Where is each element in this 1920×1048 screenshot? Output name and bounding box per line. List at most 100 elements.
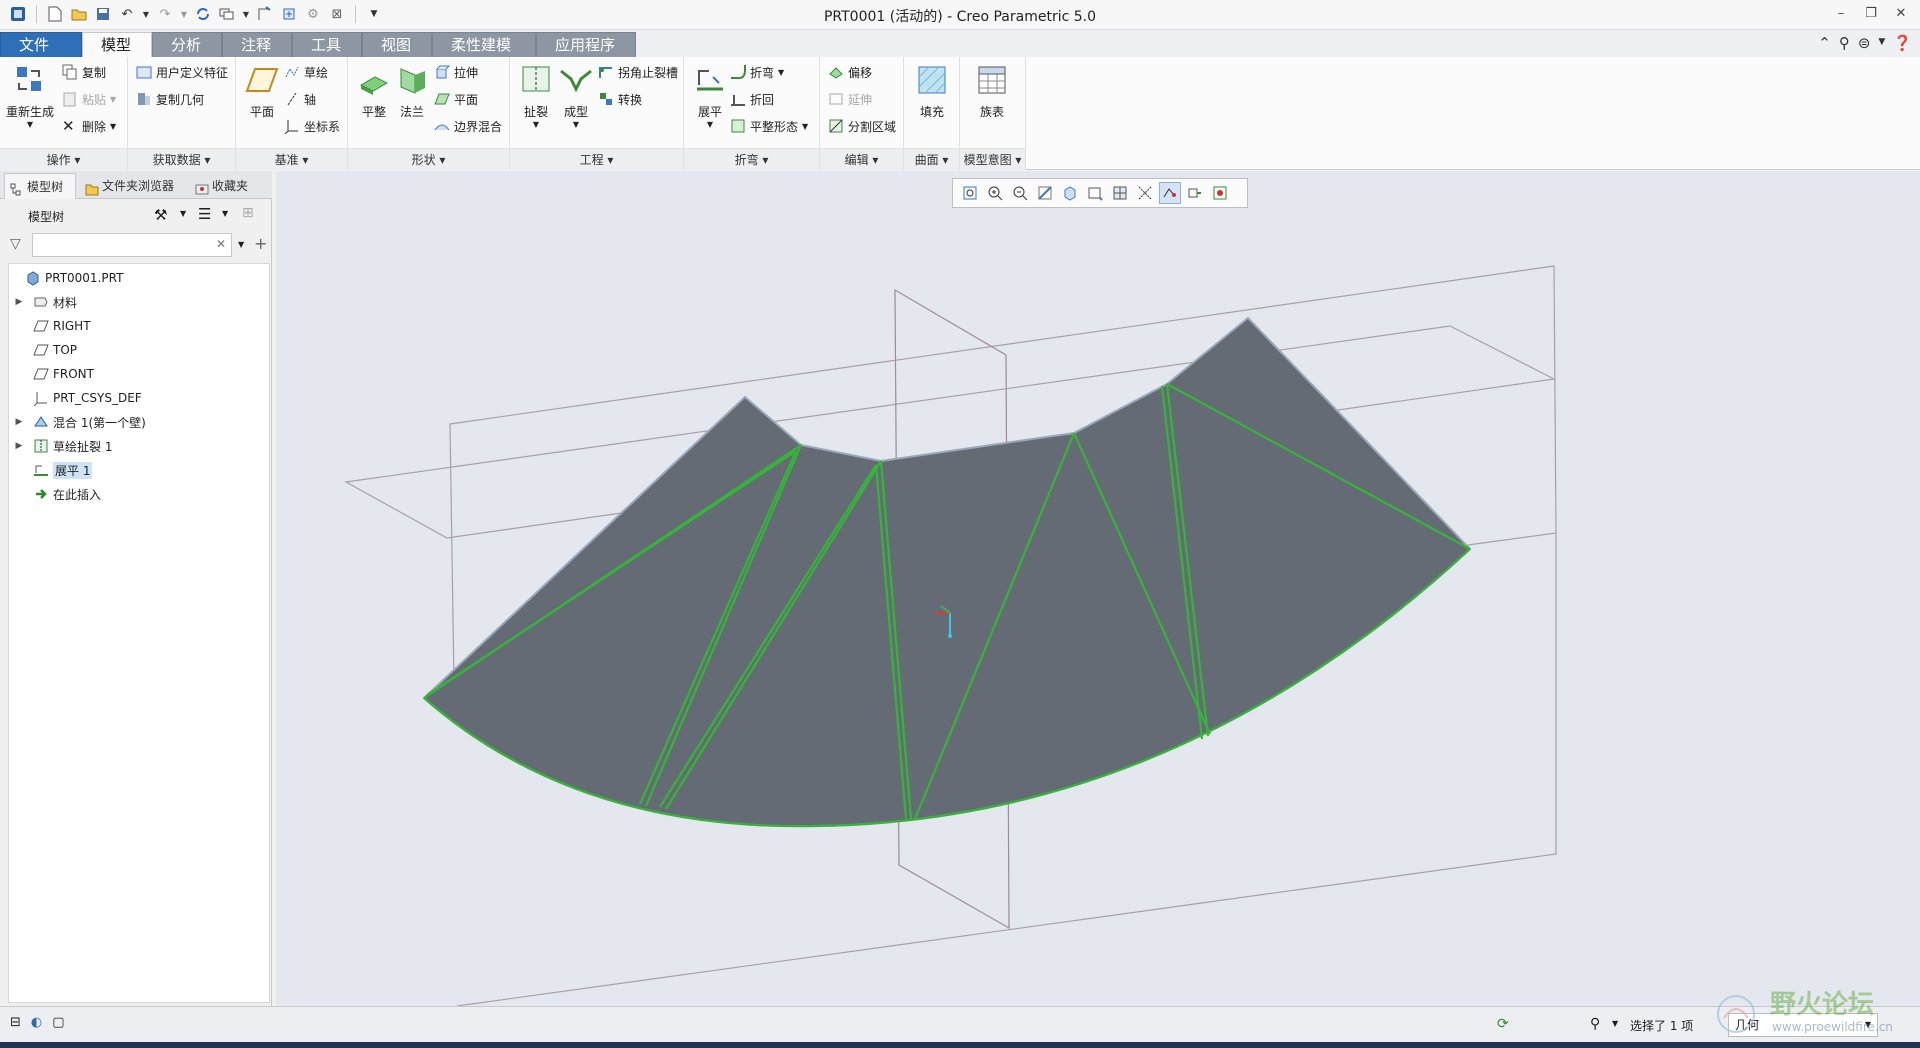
delete-button[interactable]: ✕ 删除 ▼ [62,115,116,137]
tab-tools[interactable]: 工具 [292,32,362,57]
tab-analysis[interactable]: 分析 [152,32,222,57]
perspective-icon[interactable] [1134,182,1156,204]
tree-node[interactable]: ▶ 草绘扯裂 1 [13,436,112,456]
tree-search-input[interactable] [32,233,232,257]
tab-model[interactable]: 模型 [82,32,152,58]
dropdown-icon[interactable]: ▼ [6,120,54,129]
copy-geometry-button[interactable]: 复制几何 [136,88,204,110]
collapse-ribbon-icon[interactable]: ⌃ [1818,34,1831,52]
dropdown-icon[interactable]: ▼ [1878,34,1885,52]
browser-toggle-icon[interactable]: ◐ [31,1015,42,1030]
group-label-engineering[interactable]: 工程 ▾ [510,148,683,170]
search-icon[interactable]: ⚲ [1839,34,1850,52]
boundary-blend-button[interactable]: 边界混合 [434,115,502,137]
dropdown-icon[interactable]: ▼ [514,120,558,129]
tree-node[interactable]: ▶ 材料 [13,292,77,312]
extrude-button[interactable]: 拉伸 [434,61,478,83]
tab-annotate[interactable]: 注释 [222,32,292,57]
expand-arrow-icon[interactable]: ▶ [13,417,25,427]
flat-sheet-surface[interactable] [422,316,1472,828]
find-icon[interactable]: ⚲ [1590,1016,1600,1032]
repaint-icon[interactable] [1034,182,1056,204]
restore-icon[interactable]: ❐ [1858,2,1884,24]
fullscreen-icon[interactable]: ▢ [52,1015,64,1030]
extend-button[interactable]: 延伸 [828,88,872,110]
show-icon[interactable]: ☰ [198,205,211,223]
saved-orientations-icon[interactable] [1084,182,1106,204]
tree-node[interactable]: PRT_CSYS_DEF [13,388,142,408]
fill-button[interactable]: 填充 [910,63,954,120]
tree-node[interactable]: PRT0001.PRT [11,268,123,288]
tree-node[interactable]: RIGHT [13,316,91,336]
group-label-shapes[interactable]: 形状 ▾ [348,148,509,170]
spin-center-icon[interactable] [1209,182,1231,204]
add-filter-icon[interactable]: + [254,234,267,253]
group-label-datum[interactable]: 基准 ▾ [236,148,347,170]
model-viewport[interactable] [276,171,1920,1006]
community-icon[interactable]: ⊜ [1858,34,1871,52]
tab-view[interactable]: 视图 [362,32,432,57]
tree-settings-icon[interactable]: ⚒ [154,206,167,224]
dropdown-icon[interactable]: ▼ [222,209,228,218]
flat-pattern-button[interactable]: 平整形态 ▼ [730,115,808,137]
tree-node[interactable]: 展平 1 [13,460,93,480]
refit-icon[interactable] [959,182,981,204]
axis-button[interactable]: 轴 [284,88,316,110]
rip-button[interactable]: 扯裂 ▼ [514,63,558,129]
family-table-button[interactable]: 族表 [970,63,1014,120]
offset-button[interactable]: 偏移 [828,61,872,83]
paste-button[interactable]: 粘贴 ▼ [62,88,116,110]
help-icon[interactable]: ❓ [1893,34,1912,52]
datum-display-icon[interactable] [1159,182,1181,204]
annotation-display-icon[interactable] [1184,182,1206,204]
unbend-button[interactable]: 展平 ▼ [688,63,732,129]
form-button[interactable]: 成型 ▼ [554,63,598,129]
expand-arrow-icon[interactable]: ▶ [13,297,25,307]
split-area-button[interactable]: 分割区域 [828,115,896,137]
plane-button[interactable]: 平面 [240,63,284,120]
dropdown-icon[interactable]: ▼ [180,209,186,218]
regenerate-button[interactable]: 重新生成 ▼ [6,63,54,129]
tree-node[interactable]: FRONT [13,364,94,384]
group-label-editing[interactable]: 编辑 ▾ [820,148,903,170]
tree-columns-icon[interactable]: ⊞ [242,205,254,221]
flange-button[interactable]: 法兰 [390,63,434,120]
selection-filter[interactable]: 几何 ▼ [1728,1013,1878,1037]
group-label-model-intent[interactable]: 模型意图 ▾ [960,148,1025,170]
close-icon[interactable]: ✕ [1888,2,1914,24]
tree-node[interactable]: 在此插入 [13,484,101,504]
convert-button[interactable]: 转换 [598,88,642,110]
tree-node[interactable]: ▶ 混合 1(第一个壁) [13,412,146,432]
tab-file[interactable]: 文件 [0,32,82,57]
sketch-button[interactable]: 草绘 [284,61,328,83]
expand-arrow-icon[interactable]: ▶ [13,441,25,451]
csys-button[interactable]: 坐标系 [284,115,340,137]
dropdown-icon[interactable]: ▼ [1612,1019,1618,1028]
dropdown-icon[interactable]: ▼ [688,120,732,129]
bend-button[interactable]: 折弯 ▼ [730,61,784,83]
tab-flexible-modeling[interactable]: 柔性建模 [432,32,536,57]
view-manager-icon[interactable] [1109,182,1131,204]
tab-applications[interactable]: 应用程序 [536,32,636,57]
group-label-operations[interactable]: 操作 ▾ [0,148,127,170]
group-label-get-data[interactable]: 获取数据 ▾ [128,148,235,170]
tab-favorites[interactable]: 收藏夹 [190,173,266,199]
dropdown-icon[interactable]: ▼ [238,240,244,249]
udf-button[interactable]: 用户定义特征 [136,61,228,83]
regen-status-icon[interactable]: ⟳ [1497,1016,1509,1032]
tree-node[interactable]: TOP [13,340,77,360]
graphics-area[interactable] [276,171,1920,1006]
tab-folder-browser[interactable]: 文件夹浏览器 [80,173,186,199]
group-label-bends[interactable]: 折弯 ▾ [684,148,819,170]
group-label-surfaces[interactable]: 曲面 ▾ [904,148,959,170]
copy-button[interactable]: 复制 [62,61,106,83]
clear-search-icon[interactable]: ✕ [216,237,226,251]
planar-surface-button[interactable]: 平面 [434,88,478,110]
minimize-icon[interactable]: – [1828,2,1854,24]
corner-relief-button[interactable]: 拐角止裂槽 [598,61,678,83]
navigator-toggle-icon[interactable]: ⊟ [10,1015,21,1030]
tab-model-tree[interactable]: 模型树 [4,173,76,199]
zoom-in-icon[interactable] [984,182,1006,204]
dropdown-icon[interactable]: ▼ [554,120,598,129]
display-style-icon[interactable] [1059,182,1081,204]
